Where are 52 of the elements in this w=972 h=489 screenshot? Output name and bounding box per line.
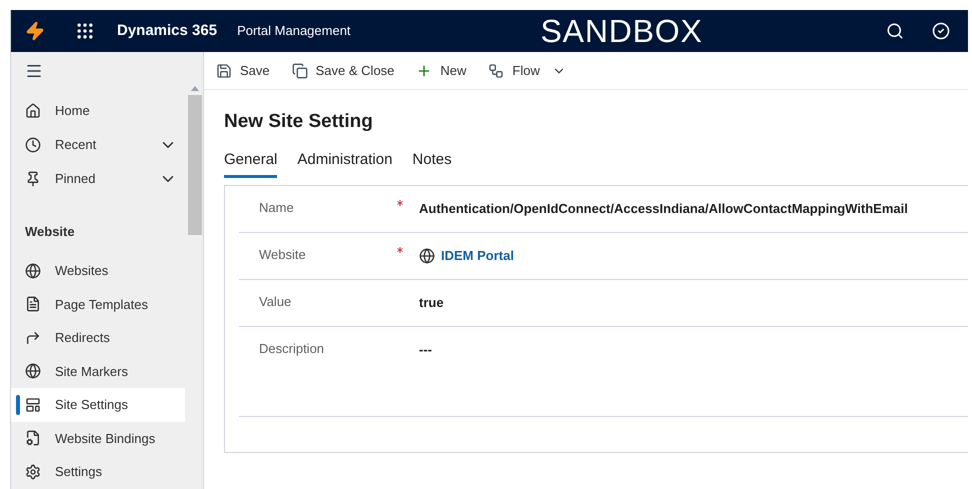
settings-window-icon: [25, 396, 41, 413]
selection-indicator: [16, 395, 20, 415]
form-tab[interactable]: Administration: [297, 148, 392, 178]
gear-icon: [25, 464, 41, 480]
field-label: Name: [258, 198, 295, 216]
sidebar-item[interactable]: Home: [11, 94, 187, 128]
page-gear-icon: [25, 430, 41, 446]
search-icon[interactable]: [886, 22, 904, 40]
sidebar-item[interactable]: Site Markers: [11, 354, 185, 388]
required-asterisk-icon: [397, 200, 403, 206]
area-name: Portal Management: [237, 22, 351, 40]
field-label: Value: [258, 292, 292, 310]
save-close-icon: [292, 62, 308, 78]
toolbar-button[interactable]: New: [416, 60, 466, 80]
home-icon: [25, 103, 41, 119]
toolbar-button[interactable]: Flow: [488, 60, 566, 80]
field-value[interactable]: ---: [419, 338, 432, 360]
app-launcher-icon[interactable]: [75, 21, 95, 41]
app-logo-icon: [25, 19, 45, 43]
field-value[interactable]: true: [419, 292, 444, 314]
app-name[interactable]: Dynamics 365: [117, 20, 218, 42]
globe-icon: [25, 262, 41, 279]
redirect-arrow-icon: [25, 330, 41, 346]
globe-icon: [25, 363, 41, 380]
toolbar-button[interactable]: Save & Close: [292, 60, 394, 80]
sidebar-item[interactable]: Pinned: [11, 162, 187, 196]
section-heading: Website: [25, 223, 76, 241]
toolbar-button[interactable]: Save: [216, 60, 270, 80]
required-asterisk-icon: [397, 246, 403, 252]
flow-icon: [488, 62, 504, 78]
task-check-icon[interactable]: [932, 22, 950, 40]
menu-icon[interactable]: [25, 62, 43, 80]
lookup-link[interactable]: IDEM Portal: [441, 246, 514, 266]
clock-icon: [25, 137, 41, 153]
sidebar-item[interactable]: Site Settings: [11, 388, 185, 422]
field-label: Description: [258, 340, 326, 358]
form-title: New Site Setting: [224, 110, 374, 134]
form-tab[interactable]: Notes: [412, 148, 452, 178]
sidebar-item[interactable]: Page Templates: [11, 288, 185, 321]
pin-icon: [25, 171, 41, 187]
sidebar-item[interactable]: Settings: [11, 455, 185, 488]
field-label: Website: [258, 246, 307, 264]
sidebar-item[interactable]: Websites: [11, 254, 185, 288]
save-icon: [216, 62, 232, 78]
environment-label: SANDBOX: [540, 12, 703, 51]
sidebar-item[interactable]: Recent: [11, 128, 187, 162]
globe-icon: [419, 248, 435, 264]
form-tab[interactable]: General: [224, 148, 278, 178]
page-icon: [25, 296, 41, 312]
field-value[interactable]: Authentication/OpenIdConnect/AccessIndiana/AllowContactMappingWithEmail: [419, 198, 908, 220]
sidebar-item[interactable]: Website Bindings: [11, 422, 185, 455]
sidebar-item[interactable]: Redirects: [11, 321, 185, 354]
